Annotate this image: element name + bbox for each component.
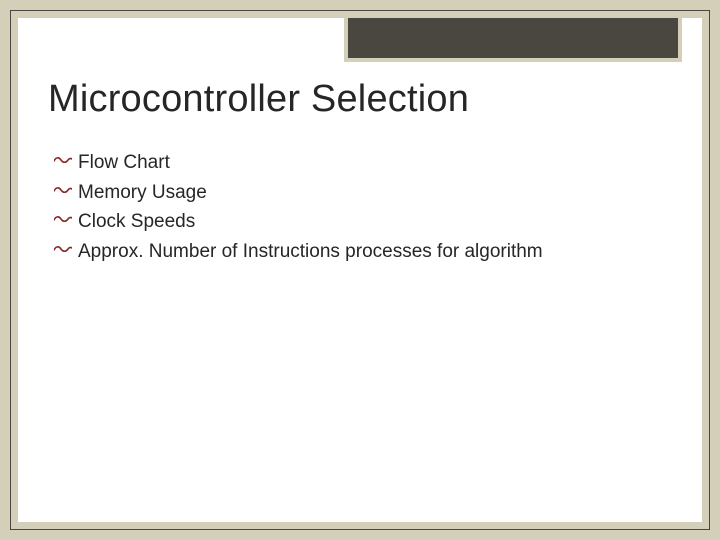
bullet-text: Clock Speeds [78, 208, 672, 236]
list-item: Approx. Number of Instructions processes… [54, 238, 672, 266]
flourish-icon [54, 149, 72, 166]
bullet-text: Flow Chart [78, 149, 672, 177]
list-item: Memory Usage [54, 179, 672, 207]
header-accent-box [348, 18, 678, 58]
list-item: Clock Speeds [54, 208, 672, 236]
bullet-text: Approx. Number of Instructions processes… [78, 238, 672, 266]
flourish-icon [54, 208, 72, 225]
bullet-text: Memory Usage [78, 179, 672, 207]
flourish-icon [54, 238, 72, 255]
slide-panel: Microcontroller Selection Flow Chart Mem… [18, 18, 702, 522]
slide-content: Microcontroller Selection Flow Chart Mem… [48, 78, 672, 267]
list-item: Flow Chart [54, 149, 672, 177]
slide-title: Microcontroller Selection [48, 78, 672, 121]
bullet-list: Flow Chart Memory Usage Clock Speeds [48, 149, 672, 265]
slide: Microcontroller Selection Flow Chart Mem… [0, 0, 720, 540]
flourish-icon [54, 179, 72, 196]
